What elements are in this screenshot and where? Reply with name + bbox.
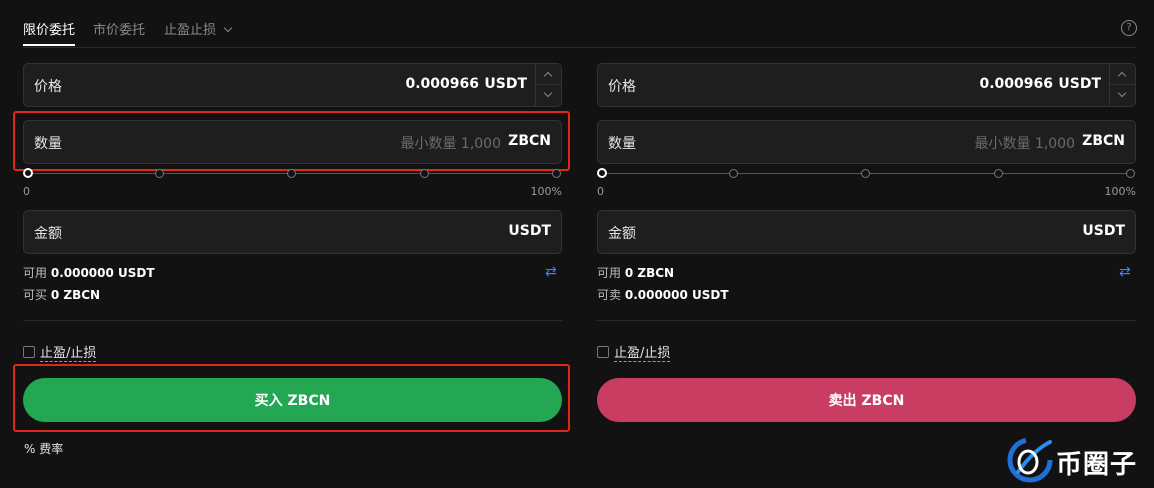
buy-can-value: 0 ZBCN: [50, 288, 101, 302]
watermark-logo-icon: [1007, 437, 1053, 483]
chevron-up-icon: [543, 71, 553, 81]
slider-max-label: 100%: [530, 185, 562, 198]
sell-available: 可用 0 ZBCN: [597, 264, 674, 281]
sell-price-value: 0.000966: [979, 76, 1053, 92]
slider-dot-100[interactable]: [552, 169, 561, 178]
sell-max-sell: 可卖 0.000000 USDT: [597, 286, 729, 303]
sell-amount-label: 金额: [608, 226, 636, 242]
swap-icon[interactable]: ⇄: [1119, 264, 1131, 280]
sell-price-increment-button[interactable]: [1110, 64, 1135, 85]
sell-amount-unit: USDT: [1082, 223, 1125, 239]
slider-dot-0[interactable]: [23, 168, 33, 178]
slider-dot-25[interactable]: [155, 169, 164, 178]
buy-panel: 价格 0.000966 USDT 数量 最小数量 1,000 ZBCN 0 10…: [13, 0, 570, 488]
buy-tpsl-label[interactable]: 止盈/止损: [40, 346, 97, 362]
divider: [23, 320, 562, 321]
chevron-up-icon: [1117, 71, 1127, 81]
buy-price-decrement-button[interactable]: [536, 85, 561, 106]
sell-tpsl-checkbox[interactable]: [597, 346, 609, 358]
buy-quantity-unit: ZBCN: [508, 133, 551, 149]
buy-quantity-slider[interactable]: 0 100%: [23, 168, 562, 198]
buy-price-increment-button[interactable]: [536, 64, 561, 85]
slider-dot-50[interactable]: [287, 169, 296, 178]
watermark-logo: 币圈子: [1004, 432, 1150, 486]
slider-dot-0[interactable]: [597, 168, 607, 178]
sell-can-label: 可卖: [597, 288, 622, 302]
sell-tpsl-label[interactable]: 止盈/止损: [614, 346, 671, 362]
buy-amount-field[interactable]: 金额 USDT: [23, 210, 562, 254]
sell-can-value: 0.000000 USDT: [624, 288, 729, 302]
sell-amount-field[interactable]: 金额 USDT: [597, 210, 1136, 254]
sell-button[interactable]: 卖出 ZBCN: [597, 378, 1136, 422]
watermark-text: 币圈子: [1056, 450, 1138, 480]
percent-icon: %: [24, 442, 36, 456]
fee-rate-label: 费率: [39, 442, 64, 456]
sell-quantity-slider[interactable]: 0 100%: [597, 168, 1136, 198]
sell-price-stepper: [1109, 64, 1135, 106]
sell-quantity-placeholder: 最小数量 1,000: [974, 136, 1075, 152]
slider-min-label: 0: [23, 185, 30, 198]
buy-quantity-field[interactable]: 数量 最小数量 1,000 ZBCN: [23, 120, 562, 164]
buy-available-label: 可用: [23, 266, 48, 280]
divider: [597, 320, 1136, 321]
buy-price-field[interactable]: 价格 0.000966 USDT: [23, 63, 562, 107]
buy-quantity-label: 数量: [34, 136, 62, 152]
sell-panel: 价格 0.000966 USDT 数量 最小数量 1,000 ZBCN 0 10…: [597, 0, 1137, 488]
slider-dot-75[interactable]: [994, 169, 1003, 178]
buy-amount-unit: USDT: [508, 223, 551, 239]
slider-dot-50[interactable]: [861, 169, 870, 178]
buy-tpsl-checkbox[interactable]: [23, 346, 35, 358]
buy-quantity-placeholder: 最小数量 1,000: [400, 136, 501, 152]
sell-price-decrement-button[interactable]: [1110, 85, 1135, 106]
slider-max-label: 100%: [1104, 185, 1136, 198]
sell-available-value: 0 ZBCN: [624, 266, 675, 280]
sell-available-label: 可用: [597, 266, 622, 280]
buy-tpsl-option: 止盈/止损: [23, 342, 97, 362]
slider-dot-100[interactable]: [1126, 169, 1135, 178]
fee-rate-link[interactable]: % 费率: [24, 440, 63, 457]
sell-quantity-label: 数量: [608, 136, 636, 152]
buy-available: 可用 0.000000 USDT: [23, 264, 155, 281]
slider-dot-75[interactable]: [420, 169, 429, 178]
buy-available-value: 0.000000 USDT: [50, 266, 155, 280]
buy-max-buy: 可买 0 ZBCN: [23, 286, 100, 303]
buy-price-stepper: [535, 64, 561, 106]
buy-can-label: 可买: [23, 288, 48, 302]
chevron-down-icon: [543, 88, 553, 98]
sell-price-field[interactable]: 价格 0.000966 USDT: [597, 63, 1136, 107]
slider-min-label: 0: [597, 185, 604, 198]
sell-price-label: 价格: [608, 79, 636, 95]
sell-tpsl-option: 止盈/止损: [597, 342, 671, 362]
sell-quantity-field[interactable]: 数量 最小数量 1,000 ZBCN: [597, 120, 1136, 164]
slider-dot-25[interactable]: [729, 169, 738, 178]
buy-price-unit: USDT: [484, 76, 527, 92]
sell-price-unit: USDT: [1058, 76, 1101, 92]
buy-button[interactable]: 买入 ZBCN: [23, 378, 562, 422]
sell-quantity-unit: ZBCN: [1082, 133, 1125, 149]
swap-icon[interactable]: ⇄: [545, 264, 557, 280]
buy-price-value: 0.000966: [405, 76, 479, 92]
buy-amount-label: 金额: [34, 226, 62, 242]
chevron-down-icon: [1117, 88, 1127, 98]
buy-price-label: 价格: [34, 79, 62, 95]
